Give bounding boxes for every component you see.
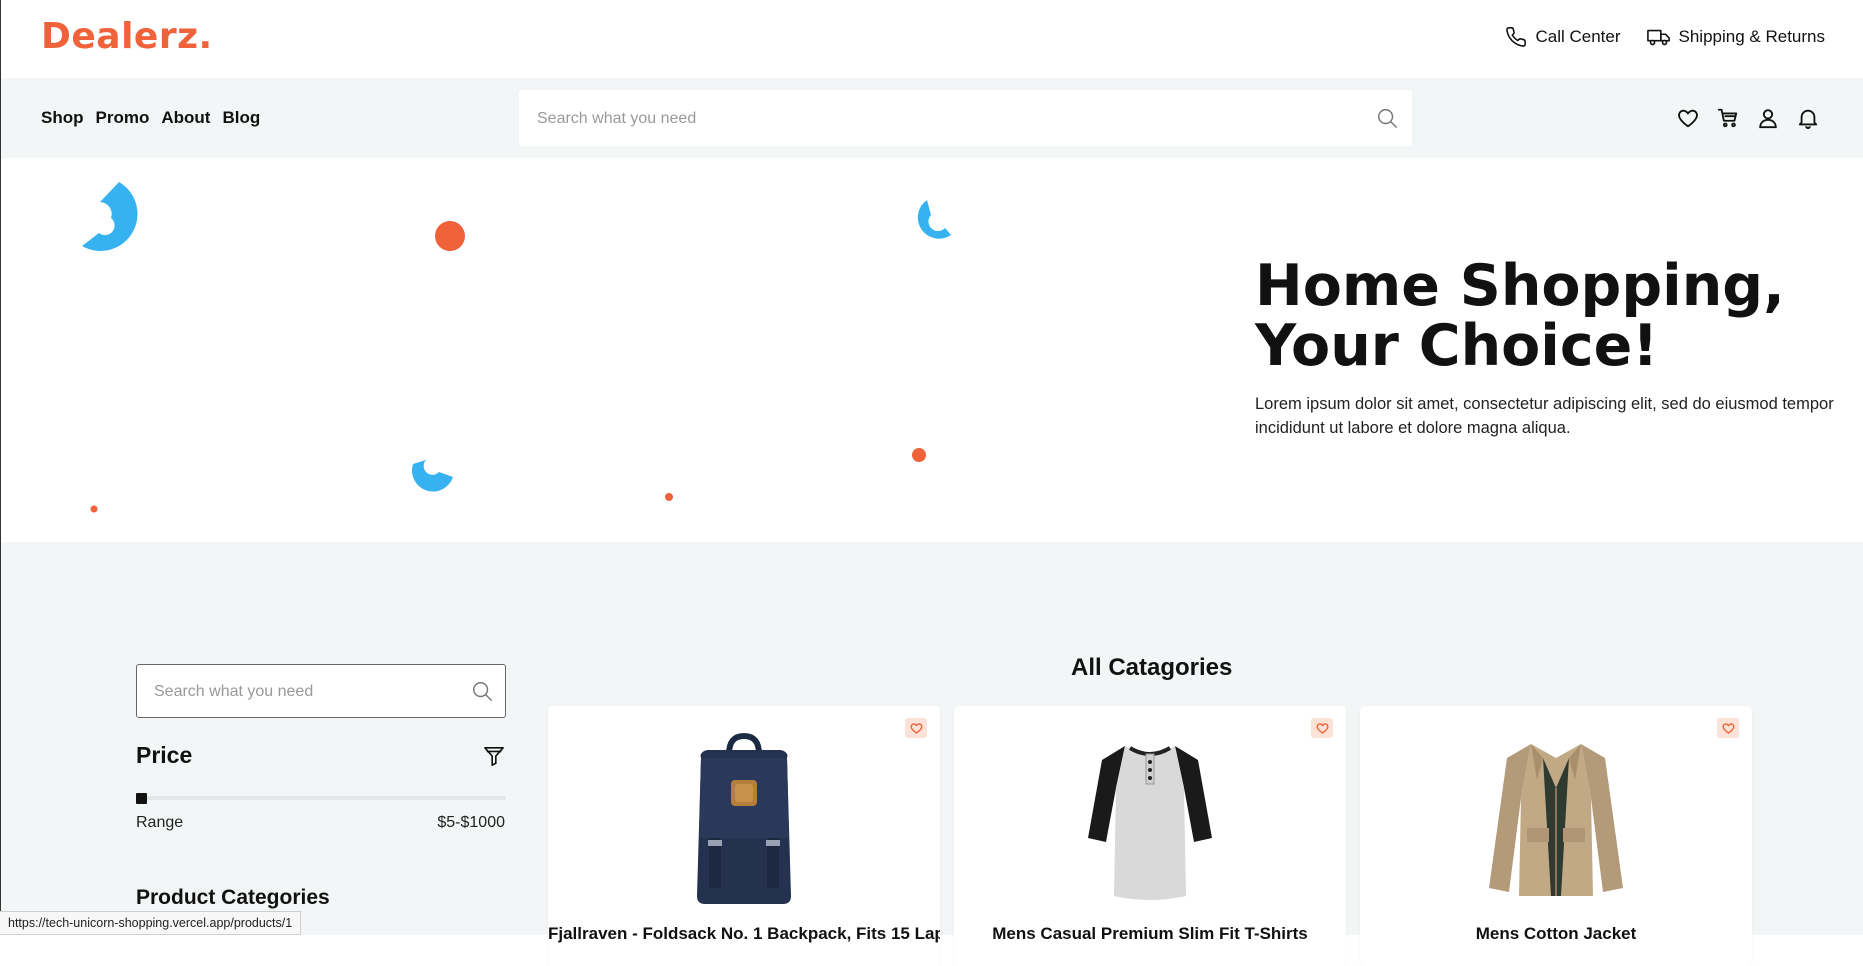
hero-decorations <box>82 182 951 513</box>
catalog-title: All Catagories <box>1071 654 1233 681</box>
nav-bar: Shop Promo About Blog <box>0 78 1863 158</box>
raglan-shirt-image <box>1088 746 1212 900</box>
decorative-dot <box>665 493 673 501</box>
call-center-link[interactable]: Call Center <box>1505 26 1621 48</box>
decorative-arc <box>917 200 951 239</box>
decorative-dot <box>912 448 926 462</box>
price-slider-handle[interactable] <box>136 793 147 804</box>
phone-icon <box>1506 27 1527 47</box>
call-center-label: Call Center <box>1535 27 1621 46</box>
header-search-input[interactable] <box>535 90 1359 148</box>
search-icon[interactable] <box>471 680 493 702</box>
product-card[interactable]: Mens Casual Premium Slim Fit T-Shirts <box>954 706 1346 966</box>
nav-icons <box>1677 107 1819 129</box>
favorite-button[interactable] <box>1717 718 1739 738</box>
hero-description: Lorem ipsum dolor sit amet, consectetur … <box>1255 395 1834 437</box>
browser-status-bar: https://tech-unicorn-shopping.vercel.app… <box>0 911 302 935</box>
logo[interactable]: Dealerz. <box>41 16 213 57</box>
heart-icon <box>1316 723 1328 734</box>
product-title[interactable]: Mens Cotton Jacket <box>1360 924 1752 944</box>
main-nav: Shop Promo About Blog <box>41 108 260 128</box>
filter-icon[interactable] <box>483 746 505 766</box>
sidebar-search-input[interactable] <box>152 665 456 719</box>
heart-icon <box>910 723 922 734</box>
truck-icon <box>1646 29 1670 46</box>
header-links: Call Center Shipping & Returns <box>1505 26 1825 48</box>
price-slider-track[interactable] <box>136 796 506 800</box>
decorative-arc <box>82 182 138 251</box>
backpack-image <box>697 732 791 904</box>
product-title[interactable]: Fjallraven - Foldsack No. 1 Backpack, Fi… <box>548 924 940 944</box>
range-label: Range <box>136 814 184 831</box>
shipping-returns-label: Shipping & Returns <box>1678 27 1825 46</box>
search-icon[interactable] <box>1376 107 1398 129</box>
price-title: Price <box>136 742 193 768</box>
nav-item-promo[interactable]: Promo <box>96 108 150 128</box>
nav-item-blog[interactable]: Blog <box>222 108 260 128</box>
product-card[interactable]: Mens Cotton Jacket <box>1360 706 1752 966</box>
favorite-button[interactable] <box>905 718 927 738</box>
cart-icon[interactable] <box>1717 107 1739 129</box>
top-bar: Dealerz. Call Center Shipping & Returns <box>0 0 1863 78</box>
hero-section: Home Shopping, Your Choice! Lorem ipsum … <box>0 158 1863 542</box>
shipping-returns-link[interactable]: Shipping & Returns <box>1646 26 1825 48</box>
heart-icon <box>1722 723 1734 734</box>
decorative-dot <box>90 505 98 513</box>
hero-title: Home Shopping, Your Choice! <box>1255 253 1785 379</box>
product-card[interactable]: Fjallraven - Foldsack No. 1 Backpack, Fi… <box>548 706 940 966</box>
heart-icon[interactable] <box>1677 107 1699 129</box>
product-title[interactable]: Mens Casual Premium Slim Fit T-Shirts <box>954 924 1346 944</box>
header-search <box>519 90 1412 148</box>
favorite-button[interactable] <box>1311 718 1333 738</box>
range-value: $5-$1000 <box>437 814 505 831</box>
decorative-arc <box>411 460 453 492</box>
product-categories-title: Product Categories <box>136 886 330 909</box>
decorative-dot <box>435 221 465 251</box>
jacket-image <box>1489 744 1623 896</box>
nav-item-about[interactable]: About <box>161 108 210 128</box>
catalog-section: Price Range $5-$1000 Product Categories … <box>0 542 1863 966</box>
sidebar-search <box>136 664 506 719</box>
user-icon[interactable] <box>1757 107 1779 129</box>
bell-icon[interactable] <box>1797 107 1819 129</box>
nav-item-shop[interactable]: Shop <box>41 108 84 128</box>
